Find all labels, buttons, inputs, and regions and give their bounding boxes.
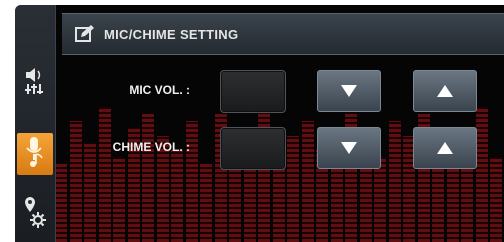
eq-bar xyxy=(490,156,502,242)
location-settings-icon xyxy=(23,196,47,235)
eq-bar xyxy=(301,121,314,242)
mic-vol-label: MIC VOL. : xyxy=(129,83,190,97)
triangle-up-icon xyxy=(436,141,454,155)
eq-bar xyxy=(200,163,212,242)
eq-bar xyxy=(55,163,67,242)
chime-vol-up-button[interactable] xyxy=(413,127,477,169)
screen: MIC/CHIME SETTING MIC VOL. : CHIME VOL. … xyxy=(15,5,504,242)
triangle-up-icon xyxy=(436,84,454,98)
chime-vol-display xyxy=(220,127,286,170)
eq-bar xyxy=(287,135,299,242)
title-bar: MIC/CHIME SETTING xyxy=(62,13,504,55)
triangle-down-icon xyxy=(340,141,358,155)
eq-bar xyxy=(98,107,111,242)
sidebar xyxy=(15,5,56,242)
edit-icon xyxy=(74,24,96,44)
eq-bar xyxy=(388,121,401,242)
eq-bar xyxy=(374,156,386,242)
sound-eq-icon xyxy=(24,66,46,101)
eq-bar xyxy=(475,107,488,242)
triangle-down-icon xyxy=(340,84,358,98)
page-title: MIC/CHIME SETTING xyxy=(104,26,239,42)
mic-vol-down-button[interactable] xyxy=(317,70,381,112)
chime-vol-down-button[interactable] xyxy=(317,127,381,169)
eq-bar xyxy=(113,156,125,242)
equalizer-background xyxy=(55,100,504,242)
sidebar-item-location-settings[interactable] xyxy=(17,195,53,235)
eq-bar xyxy=(142,114,154,242)
eq-bar xyxy=(84,142,96,242)
mic-vol-display xyxy=(220,70,286,113)
mic-vol-up-button[interactable] xyxy=(413,70,477,112)
eq-bar xyxy=(171,149,183,242)
chime-vol-label: CHIME VOL. : xyxy=(112,140,190,154)
mic-music-icon xyxy=(24,136,46,173)
